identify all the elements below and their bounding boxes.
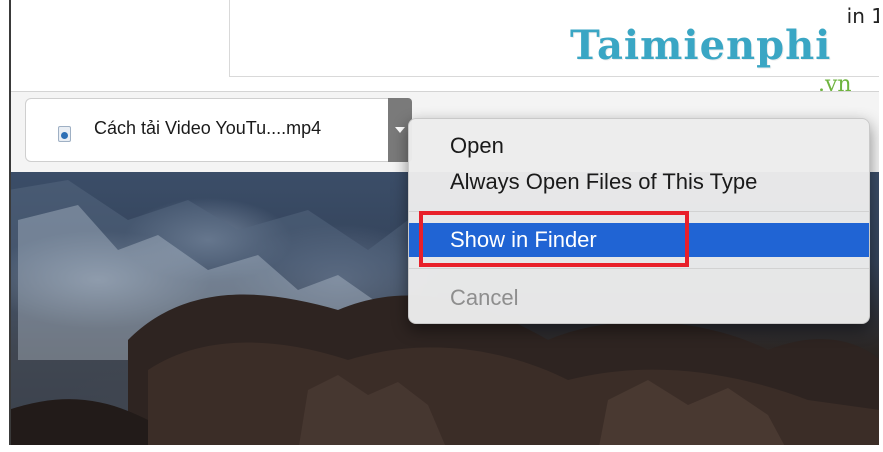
download-file-name: Cách tải Video YouTu....mp4 xyxy=(94,118,322,138)
annotation-highlight-box xyxy=(419,211,689,267)
frame-edge-right xyxy=(879,0,883,452)
menu-item-label: Always Open Files of This Type xyxy=(450,169,758,194)
menu-item-cancel[interactable]: Cancel xyxy=(409,283,869,313)
menu-item-open[interactable]: Open xyxy=(409,131,869,161)
page-corner-text: in 1 xyxy=(846,4,883,28)
video-file-icon xyxy=(58,126,71,142)
chevron-down-icon xyxy=(395,127,405,133)
watermark-brand: Taimienphi xyxy=(570,22,832,69)
menu-item-label: Open xyxy=(450,133,504,158)
frame-edge-left xyxy=(0,0,9,452)
screenshot: in 1 Taimienphi .vn Cách tải Video YouTu… xyxy=(0,0,883,452)
menu-separator xyxy=(409,268,869,269)
menu-item-label: Cancel xyxy=(450,285,519,310)
download-item[interactable]: Cách tải Video YouTu....mp4 xyxy=(25,98,401,162)
menu-item-always-open[interactable]: Always Open Files of This Type xyxy=(409,167,869,197)
frame-edge-bottom xyxy=(0,445,883,452)
